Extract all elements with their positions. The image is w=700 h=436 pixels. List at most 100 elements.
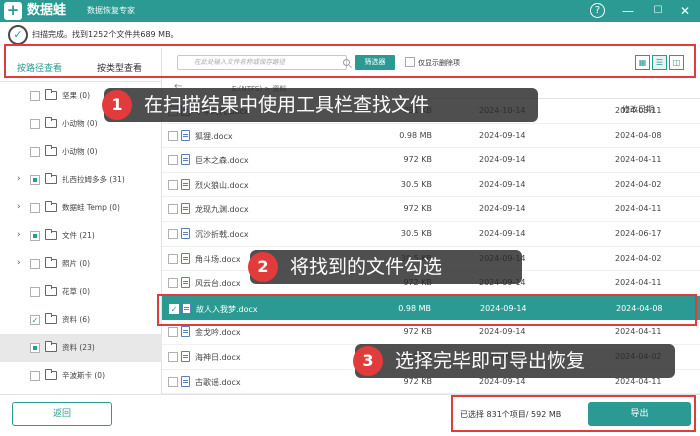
search-icon xyxy=(343,59,350,66)
file-row[interactable]: 龙现九渊.docx 972 KB 2024-09-14 2024-04-11 xyxy=(162,197,700,222)
file-size: 972 KB xyxy=(403,155,432,165)
tree-item[interactable]: 辛波斯卡 (0) xyxy=(0,362,162,390)
file-modified-date: 2024-04-11 xyxy=(615,155,662,165)
file-name: 巨木之森.docx xyxy=(195,156,249,166)
folder-icon xyxy=(45,313,57,324)
file-size: 0.98 MB xyxy=(398,303,431,313)
tree-item-checkbox[interactable] xyxy=(30,343,40,353)
file-checkbox[interactable] xyxy=(168,351,178,362)
tree-item-checkbox[interactable] xyxy=(30,259,40,269)
file-checkbox[interactable] xyxy=(168,376,178,387)
file-checkbox[interactable] xyxy=(168,179,178,190)
file-name: 风云台.docx xyxy=(195,279,241,289)
help-icon[interactable]: ? xyxy=(590,3,605,18)
export-button[interactable]: 导出 xyxy=(588,402,691,426)
tab-by-path[interactable]: 按路径查看 xyxy=(17,61,62,74)
file-checkbox[interactable] xyxy=(168,228,178,239)
file-row[interactable]: 沉沙折戟.docx 30.5 KB 2024-09-14 2024-06-17 xyxy=(162,222,700,247)
filter-button[interactable]: 筛选器 xyxy=(355,55,395,70)
folder-icon xyxy=(45,173,57,184)
tab-by-type[interactable]: 按类型查看 xyxy=(97,61,142,74)
back-button[interactable]: 返回 xyxy=(12,402,112,426)
folder-icon xyxy=(45,369,57,380)
expand-caret-icon[interactable]: › xyxy=(17,230,21,240)
tree-item-checkbox[interactable] xyxy=(30,287,40,297)
expand-caret-icon[interactable]: › xyxy=(17,174,21,184)
file-row[interactable]: 狐狸.docx 0.98 MB 2024-09-14 2024-04-08 xyxy=(162,124,700,149)
file-name: 角斗场.docx xyxy=(195,254,241,264)
close-button[interactable]: ✕ xyxy=(677,3,693,19)
tree-item-checkbox[interactable] xyxy=(30,371,40,381)
file-row[interactable]: 巨木之森.docx 972 KB 2024-09-14 2024-04-11 xyxy=(162,148,700,173)
file-row[interactable]: 金戈吟.docx 972 KB 2024-09-14 2024-04-11 xyxy=(162,320,700,345)
tree-item[interactable]: › 数据蛙 Temp (0) xyxy=(0,194,162,222)
minimize-button[interactable]: — xyxy=(620,3,636,19)
expand-caret-icon[interactable]: › xyxy=(17,202,21,212)
app-subtitle: 数据恢复专家 xyxy=(87,6,135,15)
search-input[interactable]: 在此处输入文件名称或保存路径 xyxy=(177,55,347,70)
file-modified-date: 2024-04-11 xyxy=(615,278,662,288)
tree-item-checkbox[interactable] xyxy=(30,91,40,101)
docx-file-icon xyxy=(181,227,190,239)
file-checkbox[interactable] xyxy=(168,130,178,141)
scan-status-text: 扫描完成。找到1252个文件共689 MB。 xyxy=(32,30,179,39)
file-size: 0.98 MB xyxy=(399,130,432,140)
maximize-button[interactable]: ☐ xyxy=(650,3,666,19)
tree-item-label: 资料 (23) xyxy=(62,343,95,352)
step-number: 2 xyxy=(248,252,278,282)
file-name: 沉沙折戟.docx xyxy=(195,229,249,239)
docx-file-icon xyxy=(181,154,190,166)
file-checkbox[interactable] xyxy=(168,155,178,166)
tree-item-label: 花草 (0) xyxy=(62,287,91,296)
file-checkbox[interactable] xyxy=(168,327,178,338)
grid-view-icon[interactable]: ▦ xyxy=(635,55,650,70)
file-row[interactable]: ✓ 故人入我梦.docx 0.98 MB 2024-09-14 2024-04-08 xyxy=(162,295,700,321)
docx-file-icon xyxy=(182,302,191,314)
app-logo: + xyxy=(4,2,22,20)
file-row[interactable]: 烈火狼山.docx 30.5 KB 2024-09-14 2024-04-02 xyxy=(162,173,700,198)
callout-step-2: 2 将找到的文件勾选 xyxy=(248,250,522,284)
tree-item-checkbox[interactable] xyxy=(30,203,40,213)
tree-item-checkbox[interactable] xyxy=(30,119,40,129)
callout-step-3: 3 选择完毕即可导出恢复 xyxy=(353,344,675,378)
folder-icon xyxy=(45,201,57,212)
callout-step-1: 1 在扫描结果中使用工具栏查找文件 xyxy=(102,88,538,122)
tree-item[interactable]: 小动物 (0) xyxy=(0,138,162,166)
tree-item[interactable]: › 扎西拉姆多多 (31) xyxy=(0,166,162,194)
show-deleted-checkbox[interactable] xyxy=(405,57,415,67)
file-checkbox[interactable] xyxy=(168,204,178,215)
detail-view-icon[interactable]: ◫ xyxy=(669,55,684,70)
tree-item[interactable]: ✓ 资料 (6) xyxy=(0,306,162,334)
tree-item[interactable]: 资料 (23) xyxy=(0,334,162,362)
tree-item[interactable]: › 文件 (21) xyxy=(0,222,162,250)
docx-file-icon xyxy=(181,178,190,190)
folder-icon xyxy=(45,341,57,352)
file-size: 972 KB xyxy=(403,327,432,337)
tree-item-checkbox[interactable]: ✓ xyxy=(30,315,40,325)
tree-item-label: 资料 (6) xyxy=(62,315,91,324)
list-view-icon[interactable]: ☰ xyxy=(652,55,667,70)
docx-file-icon xyxy=(181,350,190,362)
file-name: 故人入我梦.docx xyxy=(196,304,258,314)
tree-item-label: 扎西拉姆多多 (31) xyxy=(62,175,125,184)
file-name: 狐狸.docx xyxy=(195,131,233,141)
file-name: 龙现九渊.docx xyxy=(195,205,249,215)
docx-file-icon xyxy=(181,129,190,141)
tree-item-checkbox[interactable] xyxy=(30,147,40,157)
file-modified-date: 2024-04-11 xyxy=(615,204,662,214)
folder-icon xyxy=(45,89,57,100)
file-checkbox[interactable] xyxy=(168,278,178,289)
file-name: 古歌谣.docx xyxy=(195,377,241,387)
tree-item[interactable]: › 照片 (0) xyxy=(0,250,162,278)
tree-item[interactable]: 花草 (0) xyxy=(0,278,162,306)
title-bar: + 数据蛙 数据恢复专家 ? — ☐ ✕ xyxy=(0,0,700,22)
folder-icon xyxy=(45,285,57,296)
view-tabs: 按路径查看 按类型查看 xyxy=(0,48,162,82)
tree-item-checkbox[interactable] xyxy=(30,175,40,185)
step-number: 3 xyxy=(353,346,383,376)
file-checkbox[interactable] xyxy=(168,253,178,264)
tree-item-checkbox[interactable] xyxy=(30,231,40,241)
file-checkbox[interactable]: ✓ xyxy=(169,303,179,314)
expand-caret-icon[interactable]: › xyxy=(17,258,21,268)
file-name: 海神日.docx xyxy=(195,352,241,362)
